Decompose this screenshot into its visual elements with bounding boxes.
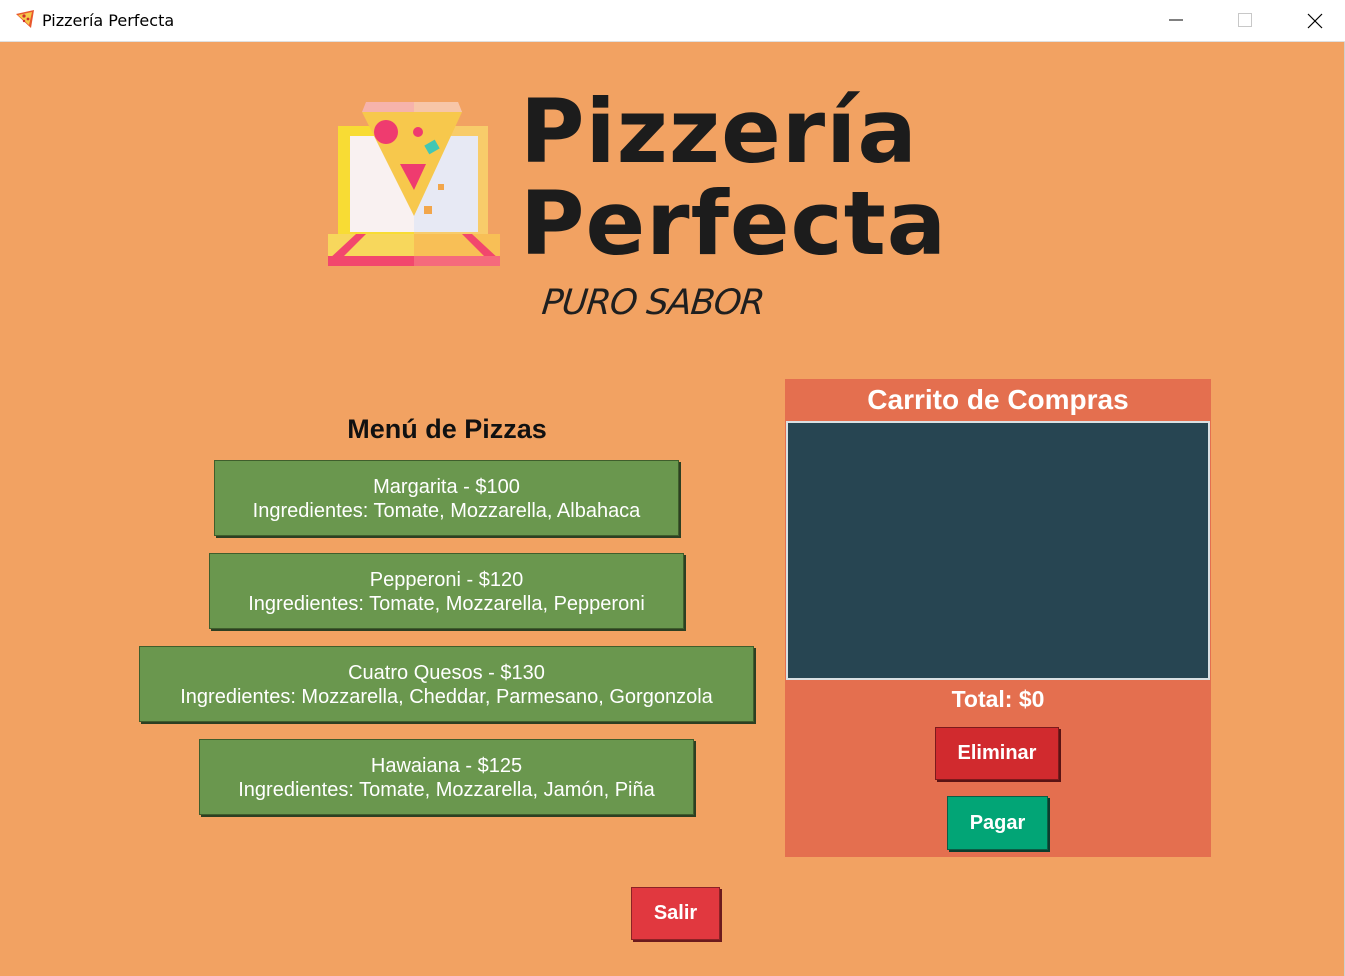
pizza-button-margarita[interactable]: Margarita - $100 Ingredientes: Tomate, M… [214,460,679,536]
cart-total: Total: $0 [951,686,1045,712]
pizza-button-cuatro-quesos[interactable]: Cuatro Quesos - $130 Ingredientes: Mozza… [139,646,754,722]
pay-button[interactable]: Pagar [947,796,1048,850]
pizza-button-hawaiana[interactable]: Hawaiana - $125 Ingredientes: Tomate, Mo… [199,739,694,815]
close-button[interactable] [1280,0,1345,42]
logo-tagline: PURO SABOR [539,283,766,323]
pizza-name-price: Margarita - $100 [373,476,520,498]
pizza-ingredients: Ingredientes: Tomate, Mozzarella, Jamón,… [238,779,655,801]
pizza-ingredients: Ingredientes: Tomate, Mozzarella, Pepper… [248,593,645,615]
maximize-button[interactable] [1210,0,1280,42]
cart-panel: Carrito de Compras Total: $0 Eliminar Pa… [785,379,1211,857]
cart-title: Carrito de Compras [867,384,1129,415]
menu-heading: Menú de Pizzas [347,414,547,444]
pizza-app-icon [16,10,34,28]
maximize-icon [1238,13,1252,27]
minimize-button[interactable] [1141,0,1211,42]
window-titlebar: Pizzería Perfecta [0,0,1345,42]
logo-title-line1: Pizzería [520,80,918,183]
pizza-name-price: Cuatro Quesos - $130 [348,662,545,684]
pizza-ingredients: Ingredientes: Tomate, Mozzarella, Albaha… [252,500,641,522]
pizza-button-pepperoni[interactable]: Pepperoni - $120 Ingredientes: Tomate, M… [209,553,684,629]
exit-button[interactable]: Salir [631,887,720,940]
window-title: Pizzería Perfecta [42,11,175,30]
pizza-ingredients: Ingredientes: Mozzarella, Cheddar, Parme… [180,686,713,708]
pizza-box-icon [328,102,500,266]
pizza-name-price: Pepperoni - $120 [369,569,524,591]
cart-listbox[interactable] [786,421,1210,680]
logo-title-line2: Perfecta [520,172,948,275]
minimize-icon [1169,19,1183,21]
pizza-name-price: Hawaiana - $125 [370,755,523,777]
close-icon [1307,13,1323,29]
delete-button[interactable]: Eliminar [935,727,1059,780]
